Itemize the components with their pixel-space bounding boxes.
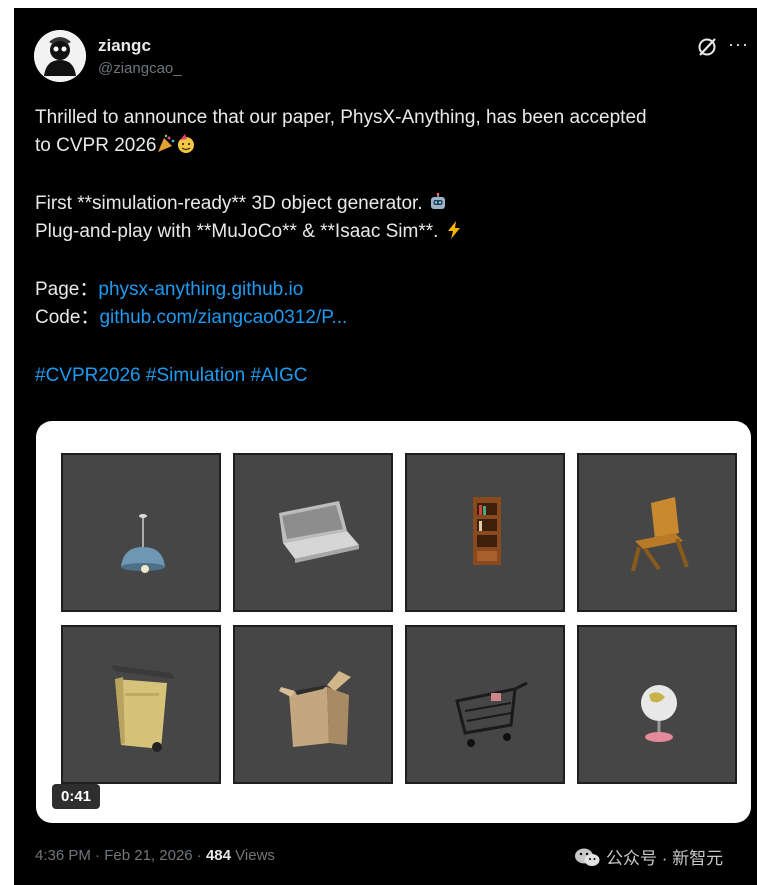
shopping-cart-icon bbox=[455, 681, 528, 747]
bookshelf-icon bbox=[473, 497, 501, 565]
text-line: to CVPR 2026 bbox=[35, 135, 157, 156]
post-time[interactable]: 4:36 PM bbox=[35, 847, 91, 864]
post-date[interactable]: Feb 21, 2026 bbox=[104, 847, 192, 864]
partying-face-icon bbox=[178, 134, 195, 153]
video-tile-lamp bbox=[61, 453, 221, 612]
globe-icon bbox=[641, 685, 677, 742]
video-tile-trash-bin bbox=[61, 625, 221, 784]
views-count: 484 bbox=[205, 847, 231, 864]
meta-separator: · bbox=[196, 847, 202, 864]
views-label: Views bbox=[235, 847, 275, 864]
party-popper-icon bbox=[158, 134, 175, 152]
author-display-name[interactable]: ziangc bbox=[98, 36, 151, 56]
video-tile-chair bbox=[577, 453, 737, 612]
lamp-icon bbox=[121, 514, 165, 573]
hashtags[interactable]: #CVPR2026 #Simulation #AIGC bbox=[35, 365, 307, 386]
cardboard-box-icon bbox=[279, 671, 351, 747]
lightning-icon bbox=[447, 221, 460, 239]
video-tile-globe bbox=[577, 625, 737, 784]
code-link[interactable]: github.com/ziangcao0312/P... bbox=[99, 307, 347, 328]
text-line: Plug-and-play with **MuJoCo** & **Isaac … bbox=[35, 221, 439, 242]
text-line: Thrilled to announce that our paper, Phy… bbox=[35, 107, 647, 128]
text-line: First **simulation-ready** 3D object gen… bbox=[35, 193, 423, 214]
meta-separator: · bbox=[95, 847, 101, 864]
post-text: Thrilled to announce that our paper, Phy… bbox=[35, 104, 751, 390]
watermark: 公众号 · 新智元 bbox=[574, 844, 723, 869]
post-card: ziangc @ziangcao_ ··· Thrilled to announ… bbox=[14, 8, 757, 885]
video-duration-badge: 0:41 bbox=[52, 784, 101, 809]
chair-icon bbox=[631, 497, 689, 572]
grok-icon[interactable] bbox=[696, 36, 718, 58]
video-tile-bookshelf bbox=[405, 453, 565, 612]
page-link[interactable]: physx-anything.github.io bbox=[98, 279, 303, 300]
post-meta: 4:36 PM · Feb 21, 2026 · 484 Views bbox=[35, 847, 275, 864]
trash-bin-icon bbox=[111, 665, 175, 752]
avatar[interactable] bbox=[34, 30, 86, 82]
page-label: Page： bbox=[35, 279, 99, 300]
video-tile-shopping-cart bbox=[405, 625, 565, 784]
more-options-icon[interactable]: ··· bbox=[728, 34, 749, 54]
wechat-icon bbox=[575, 848, 600, 866]
laptop-icon bbox=[279, 501, 359, 563]
author-handle[interactable]: @ziangcao_ bbox=[98, 60, 182, 77]
video-tile-cardboard-box bbox=[233, 625, 393, 784]
robot-icon bbox=[430, 192, 445, 209]
code-label: Code： bbox=[35, 307, 100, 328]
watermark-text: 公众号 · 新智元 bbox=[606, 849, 724, 868]
video-tile-laptop bbox=[233, 453, 393, 612]
video-player[interactable] bbox=[36, 421, 751, 823]
